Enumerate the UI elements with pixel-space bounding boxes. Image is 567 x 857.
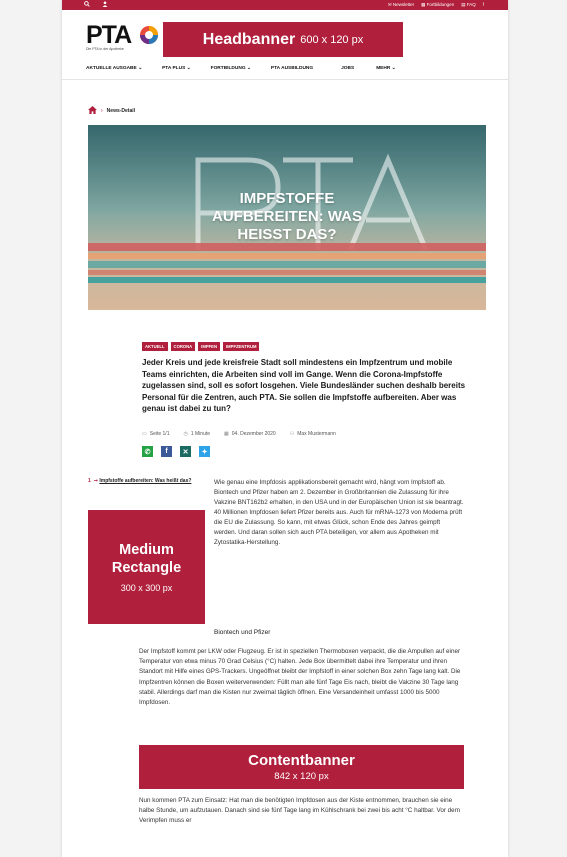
meta-pages: ▭ Seite 1/1	[142, 431, 169, 437]
article-lead: Jeder Kreis und jede kreisfreie Stadt so…	[142, 358, 466, 413]
related-article-link[interactable]: 1 ➞ Impfstoffe aufbereiten: Was heißt das…	[88, 478, 203, 485]
whatsapp-icon[interactable]: ✆	[142, 446, 153, 457]
top-bar-links: ✉ Newsletter ▦ Fortbildungen ▤ FAQ f	[388, 2, 484, 8]
page: ✉ Newsletter ▦ Fortbildungen ▤ FAQ f PTA…	[62, 0, 508, 857]
top-bar-icons	[84, 1, 108, 9]
logo-text: PTA	[86, 21, 132, 49]
meta-reading-time: ◷ 1 Minute	[183, 431, 210, 437]
medium-rectangle-title-line: Rectangle	[111, 560, 182, 576]
content-banner-title: Contentbanner	[248, 752, 355, 769]
nav-item-fortbildung[interactable]: FORTBILDUNG ⌄	[211, 66, 251, 71]
tag-corona[interactable]: CORONA	[170, 342, 196, 351]
main-nav: AKTUELLE AUSGABE ⌄ PTA PLUS ⌄ FORTBILDUN…	[86, 66, 396, 71]
tag-impfzentrum[interactable]: IMPFZENTRUM	[223, 342, 260, 351]
article-subheading: Biontech und Pfizer	[214, 629, 271, 636]
hero-title-line: HEISST DAS?	[237, 226, 337, 243]
meta-pages-text: Seite 1/1	[149, 431, 170, 437]
faq-label: FAQ	[466, 2, 476, 7]
hero-title: IMPFSTOFFE AUFBEREITEN: WAS HEISST DAS?	[88, 190, 486, 244]
meta-author-text: Max Mustermann	[297, 431, 336, 437]
xing-icon[interactable]: ✕	[180, 446, 191, 457]
breadcrumb-current: News-Detail	[106, 108, 136, 114]
hero-title-line: IMPFSTOFFE	[239, 190, 335, 207]
fortbildungen-link[interactable]: ▦ Fortbildungen	[421, 2, 454, 8]
meta-author: ⚇ Max Mustermann	[290, 431, 336, 437]
related-number: 1	[88, 478, 91, 484]
article-paragraph-1: Wie genau eine Impfdosis applikationsber…	[214, 479, 464, 546]
nav-item-aktuelle-ausgabe[interactable]: AKTUELLE AUSGABE ⌄	[86, 66, 142, 71]
medium-rectangle-title-line: Medium	[119, 542, 174, 558]
article-paragraph-3: Nun kommen PTA zum Einsatz: Hat man die …	[139, 797, 460, 825]
breadcrumb: › News-Detail	[88, 106, 135, 116]
nav-item-jobs[interactable]: JOBS	[341, 66, 354, 71]
user-icon[interactable]	[102, 1, 108, 9]
article-paragraph-2: Der Impfstoff kommt per LKW oder Flugzeu…	[139, 648, 461, 707]
faq-link[interactable]: ▤ FAQ	[461, 2, 476, 8]
nav-item-mehr[interactable]: MEHR ⌄	[376, 66, 395, 71]
content-banner-ad[interactable]: Contentbanner 842 x 120 px	[139, 745, 464, 789]
medium-rectangle-size: 300 x 300 px	[120, 583, 173, 593]
home-icon[interactable]	[88, 106, 97, 116]
top-bar: ✉ Newsletter ▦ Fortbildungen ▤ FAQ f	[62, 0, 508, 10]
tag-impfen[interactable]: IMPFEN	[198, 342, 220, 351]
head-banner-size: 600 x 120 px	[300, 33, 364, 46]
article-meta: ▭ Seite 1/1 ◷ 1 Minute ▦ 04. Dezember 2020 …	[142, 431, 336, 437]
related-title: Impfstoffe aufbereiten: Was heißt das?	[99, 478, 192, 484]
nav-label: JOBS	[341, 66, 355, 71]
head-banner-ad[interactable]: Headbanner 600 x 120 px	[163, 22, 403, 57]
meta-date-text: 04. Dezember 2020	[231, 431, 276, 437]
site-logo[interactable]: PTA Die PTA in der Apotheke	[86, 21, 158, 51]
content-banner-size: 842 x 120 px	[274, 771, 329, 782]
twitter-icon[interactable]: ✦	[199, 446, 210, 457]
hero-title-line: AUFBEREITEN: WAS	[212, 208, 362, 225]
fortbildungen-label: Fortbildungen	[426, 2, 455, 7]
newsletter-link[interactable]: ✉ Newsletter	[388, 2, 414, 8]
medium-rectangle-ad[interactable]: Medium Rectangle 300 x 300 px	[88, 510, 205, 624]
arrow-icon: ➞	[93, 478, 98, 484]
medium-rectangle-title: Medium Rectangle	[112, 541, 181, 577]
nav-label: MEHR	[376, 66, 391, 71]
nav-label: AKTUELLE AUSGABE	[86, 66, 137, 71]
nav-item-pta-ausbildung[interactable]: PTA AUSBILDUNG	[271, 66, 313, 71]
meta-date: ▦ 04. Dezember 2020	[224, 431, 276, 437]
nav-label: FORTBILDUNG	[210, 66, 246, 71]
logo-mark-icon	[140, 26, 158, 44]
search-icon[interactable]	[84, 1, 90, 9]
tag-aktuell[interactable]: AKTUELL	[142, 342, 168, 351]
facebook-icon[interactable]: f	[161, 446, 172, 457]
head-banner-title: Headbanner	[202, 30, 296, 48]
nav-item-pta-plus[interactable]: PTA PLUS ⌄	[162, 66, 191, 71]
tag-list: AKTUELL CORONA IMPFEN IMPFZENTRUM	[142, 342, 260, 351]
nav-label: PTA AUSBILDUNG	[270, 66, 314, 71]
page-icon: ▭	[142, 431, 147, 437]
chevron-right-icon: ›	[101, 108, 103, 114]
share-buttons: ✆ f ✕ ✦	[142, 446, 210, 457]
calendar-icon: ▦	[224, 431, 229, 437]
facebook-icon[interactable]: f	[483, 2, 484, 8]
clock-icon: ◷	[183, 431, 188, 437]
newsletter-label: Newsletter	[392, 2, 415, 7]
meta-reading-time-text: 1 Minute	[190, 431, 211, 437]
nav-divider	[62, 79, 508, 80]
nav-label: PTA PLUS	[162, 66, 186, 71]
user-icon: ⚇	[289, 431, 295, 437]
hero-image: IMPFSTOFFE AUFBEREITEN: WAS HEISST DAS?	[88, 125, 486, 310]
